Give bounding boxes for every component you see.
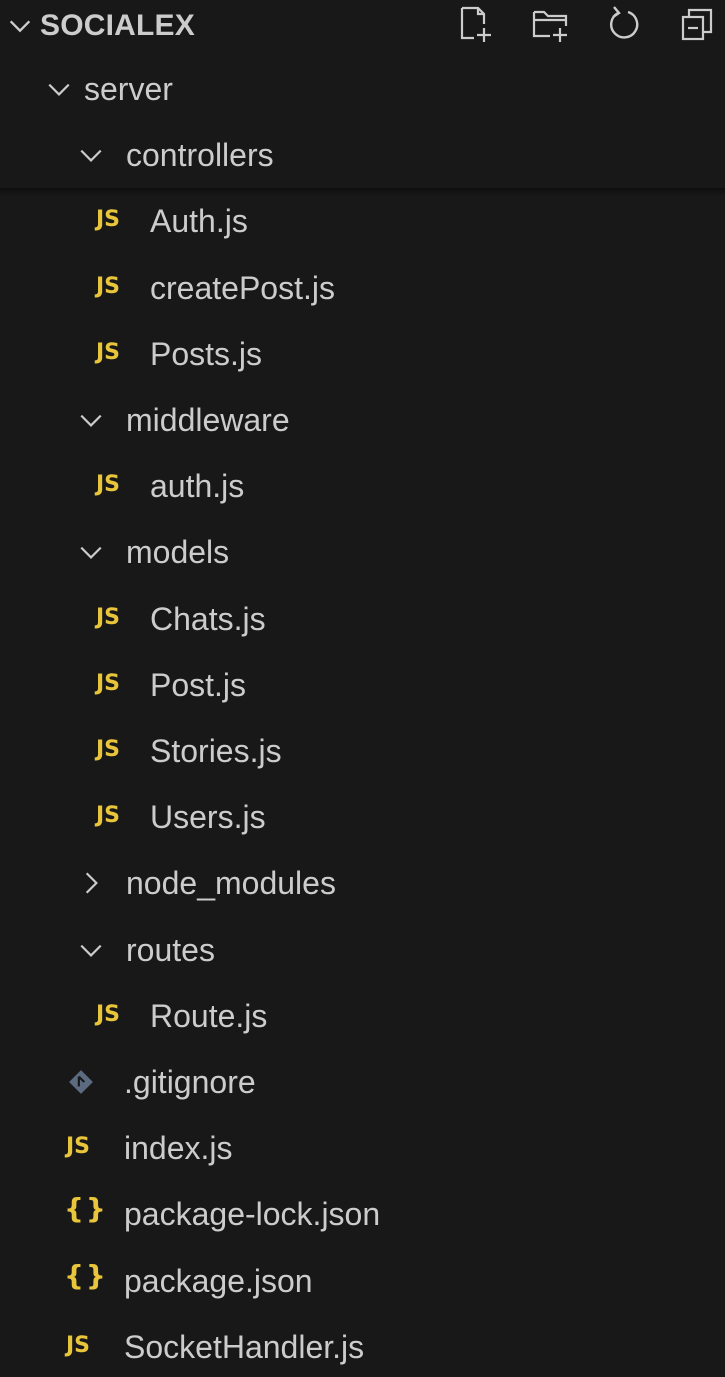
js-file-icon: JS (96, 339, 121, 365)
js-file-icon: JS (96, 207, 121, 233)
tree-item-label: package.json (124, 1262, 313, 1299)
chevron-down-icon[interactable] (78, 937, 104, 963)
collapse-all-icon (681, 8, 713, 41)
refresh-icon (610, 6, 639, 39)
chevron-down-icon[interactable] (78, 407, 104, 433)
tree-item-label: models (126, 534, 230, 571)
tree-file-package-json[interactable]: {} package.json (0, 1249, 725, 1315)
tree-file-createpost-js[interactable]: JS createPost.js (0, 256, 725, 322)
git-file-icon (69, 1070, 93, 1094)
tree-file-auth-js[interactable]: JS auth.js (0, 454, 725, 520)
tree-file-chats-js[interactable]: JS Chats.js (0, 587, 725, 653)
json-file-icon: {} (64, 1258, 108, 1292)
tree-item-label: middleware (126, 402, 290, 438)
refresh-button[interactable] (604, 4, 648, 48)
chevron-down-icon[interactable] (46, 76, 72, 102)
js-file-icon: JS (96, 273, 121, 299)
new-folder-button[interactable] (530, 4, 574, 48)
tree-folder-routes[interactable]: routes (0, 918, 725, 984)
explorer-header[interactable]: SOCIALEX (0, 0, 725, 52)
new-file-button[interactable] (456, 4, 500, 48)
workspace-title[interactable]: SOCIALEX (40, 8, 195, 44)
tree-item-label: Posts.js (150, 335, 263, 372)
tree-item-label: SocketHandler.js (124, 1328, 365, 1365)
tree-item-label: auth.js (150, 468, 245, 505)
tree-file-sockethandler-js[interactable]: JS SocketHandler.js (0, 1315, 725, 1377)
tree-folder-middleware[interactable]: middleware (0, 388, 725, 454)
tree-item-label: Chats.js (150, 600, 266, 637)
tree-item-label: Users.js (150, 799, 266, 836)
chevron-down-icon[interactable] (6, 12, 34, 40)
tree-file-users-js[interactable]: JS Users.js (0, 785, 725, 851)
tree-file-auth-js[interactable]: JS Auth.js (0, 189, 725, 255)
new-file-icon (460, 6, 491, 42)
js-file-icon: JS (66, 1332, 91, 1358)
tree-item-label: package-lock.json (124, 1196, 381, 1233)
tree-file-package-lock-json[interactable]: {} package-lock.json (0, 1182, 725, 1248)
tree-item-label: server (84, 71, 173, 107)
tree-folder-controllers[interactable]: controllers (0, 123, 725, 189)
tree-file-route-js[interactable]: JS Route.js (0, 984, 725, 1050)
js-file-icon: JS (96, 670, 121, 696)
tree-file-stories-js[interactable]: JS Stories.js (0, 719, 725, 785)
tree-item-label: node_modules (126, 865, 336, 902)
tree-item-label: createPost.js (150, 269, 335, 306)
tree-item-label: Stories.js (150, 733, 282, 769)
tree-item-label: Route.js (150, 997, 268, 1034)
js-file-icon: JS (96, 803, 121, 829)
tree-item-label: controllers (126, 137, 274, 174)
chevron-down-icon[interactable] (78, 539, 104, 565)
tree-folder-models[interactable]: models (0, 520, 725, 586)
tree-item-label: .gitignore (124, 1064, 256, 1100)
tree-item-label: Post.js (150, 666, 247, 703)
js-file-icon: JS (96, 737, 121, 762)
js-file-icon: JS (66, 1134, 91, 1160)
js-file-icon: JS (96, 472, 121, 498)
tree-file-gitignore[interactable]: .gitignore (0, 1050, 725, 1116)
json-file-icon: {} (64, 1192, 108, 1226)
tree-file-posts-js[interactable]: JS Posts.js (0, 322, 725, 388)
js-file-icon: JS (96, 604, 121, 630)
tree-file-index-js[interactable]: JS index.js (0, 1116, 725, 1182)
tree-item-label: index.js (124, 1130, 233, 1167)
tree-item-label: Auth.js (150, 203, 248, 240)
collapse-all-button[interactable] (678, 4, 722, 48)
tree-folder-node-modules[interactable]: node_modules (0, 851, 725, 917)
tree-file-post-js[interactable]: JS Post.js (0, 653, 725, 719)
js-file-icon: JS (96, 1001, 121, 1027)
chevron-down-icon[interactable] (78, 142, 104, 168)
tree-folder-server[interactable]: server (0, 57, 725, 123)
chevron-right-icon[interactable] (78, 870, 104, 896)
new-folder-icon (532, 10, 568, 42)
file-explorer: SOCIALEX server controllers JS Auth.js J… (0, 0, 725, 1377)
tree-item-label: routes (126, 931, 215, 968)
